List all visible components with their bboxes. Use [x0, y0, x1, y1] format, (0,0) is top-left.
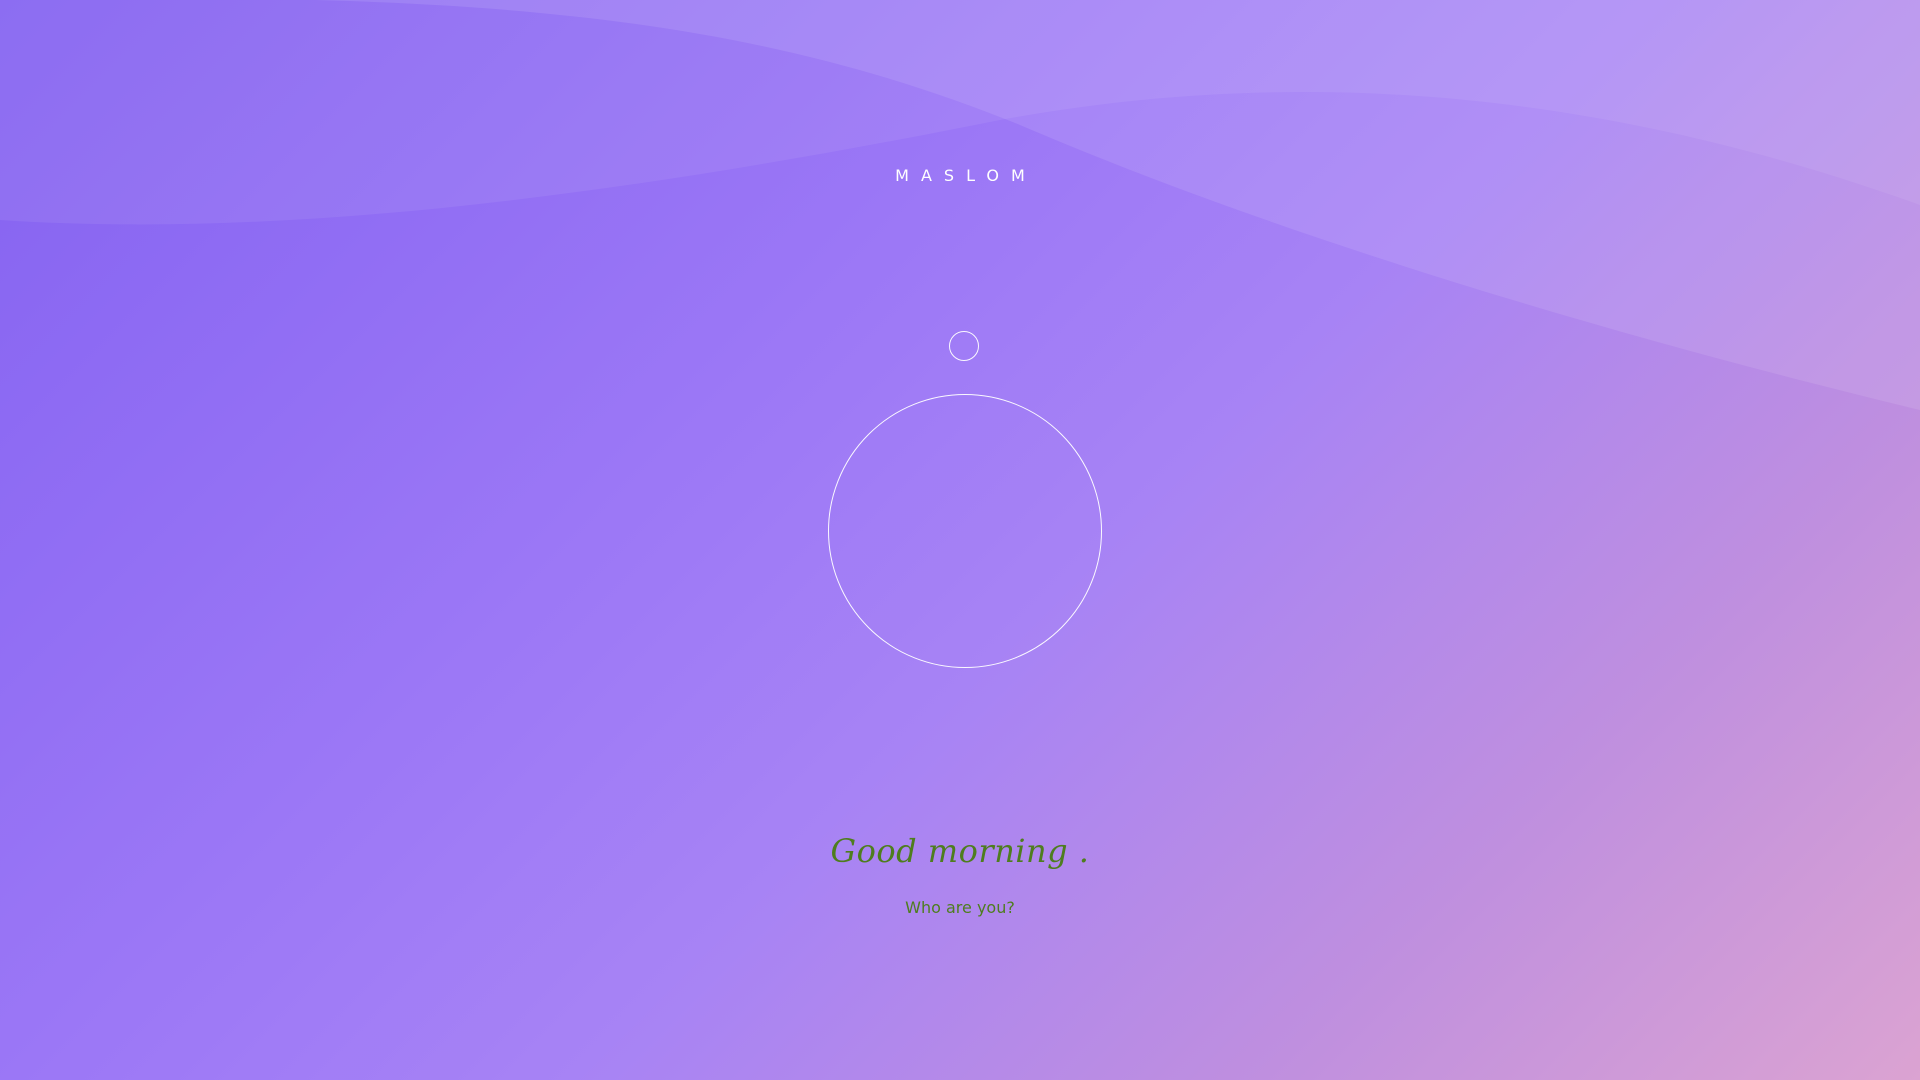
identity-prompt: Who are you? — [0, 898, 1920, 917]
main-stage: Good morning . Who are you? — [0, 0, 1920, 1080]
who-are-you-link[interactable]: Who are you? — [905, 898, 1015, 917]
breathing-circle[interactable] — [828, 394, 1102, 668]
greeting-text: Good morning . — [830, 832, 1090, 870]
small-orbit-dot[interactable] — [949, 331, 979, 361]
